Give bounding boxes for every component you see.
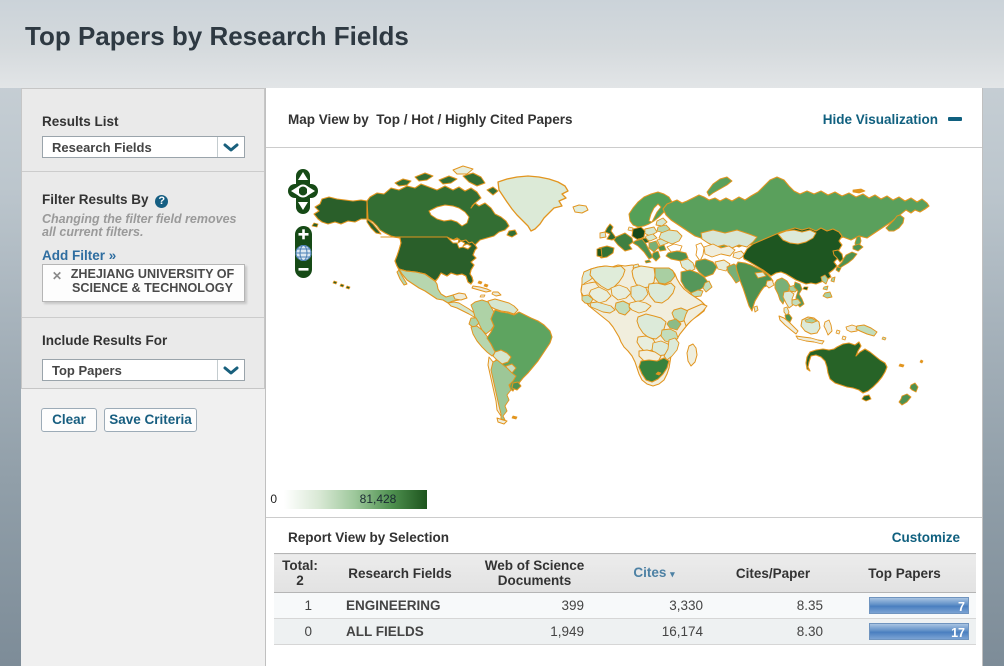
- svg-text:81,428: 81,428: [360, 492, 397, 506]
- svg-text:0: 0: [270, 492, 277, 506]
